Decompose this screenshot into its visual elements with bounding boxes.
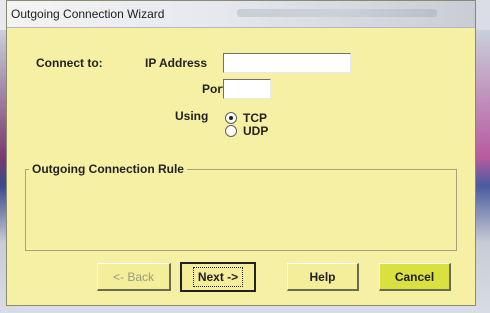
help-button[interactable]: Help bbox=[287, 263, 359, 291]
outgoing-connection-wizard-dialog: Outgoing Connection Wizard Connect to: I… bbox=[6, 0, 476, 306]
next-button-label: Next -> bbox=[192, 267, 244, 287]
udp-radio-option[interactable]: UDP bbox=[225, 124, 285, 138]
desktop-background-right bbox=[476, 30, 490, 313]
udp-radio-label[interactable]: UDP bbox=[243, 124, 268, 138]
using-label: Using bbox=[175, 109, 209, 123]
radio-selected-dot bbox=[229, 116, 233, 120]
port-input[interactable] bbox=[223, 79, 271, 99]
connect-to-label: Connect to: bbox=[36, 56, 103, 70]
tcp-radio-option[interactable]: TCP bbox=[225, 111, 285, 125]
back-button[interactable]: <- Back bbox=[97, 263, 171, 291]
outgoing-connection-rule-group bbox=[25, 169, 457, 251]
title-bar[interactable]: Outgoing Connection Wizard bbox=[7, 1, 475, 28]
cancel-button[interactable]: Cancel bbox=[379, 263, 451, 291]
udp-radio-button[interactable] bbox=[225, 125, 237, 137]
title-bar-background-text bbox=[237, 9, 437, 17]
ip-address-label: IP Address bbox=[145, 56, 208, 70]
window-title: Outgoing Connection Wizard bbox=[11, 7, 165, 21]
tcp-radio-label[interactable]: TCP bbox=[243, 111, 267, 125]
tcp-radio-button[interactable] bbox=[225, 112, 237, 124]
next-button[interactable]: Next -> bbox=[180, 262, 256, 292]
outgoing-connection-rule-title: Outgoing Connection Rule bbox=[29, 162, 187, 176]
ip-address-input[interactable] bbox=[223, 53, 351, 73]
